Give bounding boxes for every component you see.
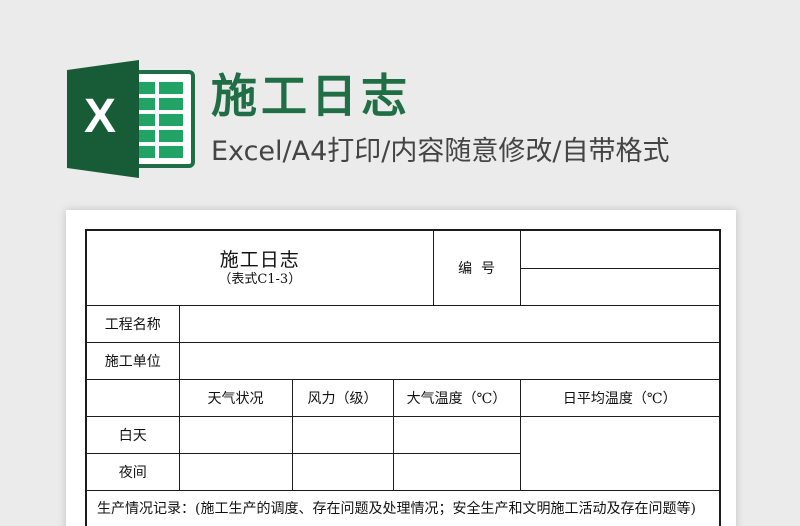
- excel-logo-letter: X: [84, 90, 116, 143]
- form-code: （表式C1-3）: [218, 271, 302, 287]
- night-row-label: 夜间: [85, 452, 180, 491]
- construction-unit-field[interactable]: [178, 341, 722, 380]
- wind-header: 风力（级）: [291, 378, 394, 417]
- form-title: 施工日志: [219, 248, 300, 271]
- number-field-2[interactable]: [519, 267, 722, 306]
- number-field-1[interactable]: [519, 229, 722, 269]
- day-air-temp-field[interactable]: [392, 415, 521, 454]
- project-name-label: 工程名称: [85, 304, 180, 343]
- day-wind-field[interactable]: [291, 415, 394, 454]
- construction-log-form: 施工日志 （表式C1-3） 编 号 工程名称 施工单位 天气状况 风力（级） 大…: [84, 229, 722, 526]
- weather-corner-cell: [85, 378, 180, 417]
- night-air-temp-field[interactable]: [392, 452, 521, 491]
- number-label: 编 号: [432, 229, 521, 306]
- page-title: 施工日志: [211, 69, 411, 123]
- day-row-label: 白天: [85, 415, 180, 454]
- project-name-field[interactable]: [178, 304, 722, 343]
- day-weather-field[interactable]: [178, 415, 293, 454]
- form-header: 施工日志 （表式C1-3）: [84, 229, 434, 306]
- air-temp-header: 大气温度（℃）: [392, 378, 521, 417]
- avg-temp-field[interactable]: [519, 415, 722, 491]
- construction-unit-label: 施工单位: [85, 341, 180, 380]
- night-wind-field[interactable]: [291, 452, 394, 491]
- production-notes[interactable]: 生产情况记录：(施工生产的调度、存在问题及处理情况；安全生产和文明施工活动及存在…: [84, 489, 722, 526]
- night-weather-field[interactable]: [178, 452, 293, 491]
- avg-temp-header: 日平均温度（℃）: [519, 378, 722, 417]
- page-subtitle: Excel/A4打印/内容随意修改/自带格式: [211, 136, 670, 167]
- excel-logo-icon: X: [67, 60, 195, 178]
- weather-header: 天气状况: [178, 378, 293, 417]
- document-sheet: 施工日志 （表式C1-3） 编 号 工程名称 施工单位 天气状况 风力（级） 大…: [66, 210, 736, 526]
